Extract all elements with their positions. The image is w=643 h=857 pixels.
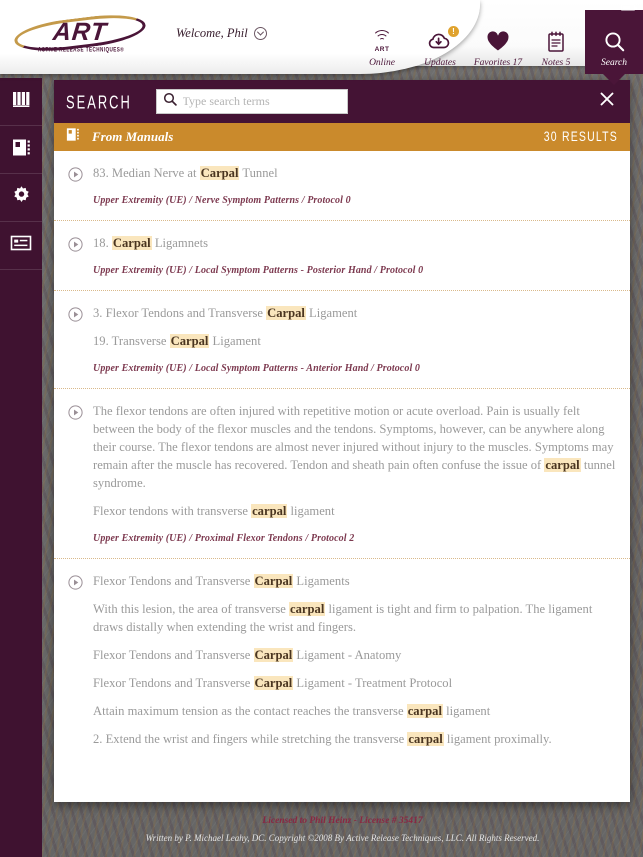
results-source-label: From Manuals [92, 129, 174, 144]
search-highlight: carpal [544, 458, 581, 472]
result-line: Attain maximum tension as the contact re… [93, 704, 491, 718]
search-highlight: carpal [406, 704, 443, 718]
welcome-label: Welcome, Phil [176, 26, 248, 40]
status-clock: 9:27 AM [306, 2, 337, 12]
nav-item-online-label: Online [369, 58, 395, 68]
search-result-row[interactable]: 83. Median Nerve at Carpal Tunnel Upper E… [54, 151, 630, 221]
nav-item-favorites-label: Favorites 17 [473, 58, 523, 68]
result-path[interactable]: Upper Extremity (UE) / Local Symptom Pat… [93, 265, 616, 276]
search-panel-header: SEARCH [54, 80, 630, 123]
play-icon[interactable] [68, 405, 83, 544]
app-root: 9:27 AM ART ACTIVE RELEASE TECHNIQUES® W… [0, 0, 643, 857]
search-result-row[interactable]: The flexor tendons are often injured wit… [54, 389, 630, 559]
search-field-wrapper[interactable] [155, 89, 348, 114]
status-indicators [621, 3, 637, 11]
result-line: The flexor tendons are often injured wit… [93, 404, 616, 490]
result-body: Flexor Tendons and Transverse Carpal Lig… [93, 572, 616, 748]
battery-icon [621, 3, 637, 11]
art-logo[interactable]: ART ACTIVE RELEASE TECHNIQUES® [12, 10, 148, 60]
search-highlight: carpal [289, 602, 326, 616]
nav-item-notes[interactable]: Notes 5 [527, 28, 585, 74]
manual-book-icon [11, 138, 32, 162]
result-line: Flexor Tendons and Transverse Carpal Lig… [93, 648, 402, 662]
search-result-row[interactable]: 18. Carpal Ligamnets Upper Extremity (UE)… [54, 221, 630, 291]
left-sidebar [0, 78, 42, 857]
result-line: 83. Median Nerve at Carpal Tunnel [93, 166, 278, 180]
close-search-button[interactable] [584, 80, 630, 123]
chevron-down-icon[interactable] [253, 27, 267, 40]
search-results-list[interactable]: 83. Median Nerve at Carpal Tunnel Upper E… [54, 151, 630, 802]
search-highlight: Carpal [253, 648, 294, 662]
sidebar-item-lists[interactable] [0, 222, 42, 270]
magnifier-icon [163, 92, 177, 111]
search-highlight: Carpal [253, 676, 294, 690]
nav-item-search-label: Search [600, 58, 628, 68]
result-body: 83. Median Nerve at Carpal Tunnel Upper E… [93, 164, 616, 206]
results-count: 30 RESULTS [543, 129, 618, 145]
result-body: 3. Flexor Tendons and Transverse Carpal … [93, 304, 616, 374]
result-path[interactable]: Upper Extremity (UE) / Proximal Flexor T… [93, 533, 616, 544]
bookshelf-icon [10, 91, 32, 113]
result-line: 18. Carpal Ligamnets [93, 236, 208, 250]
play-icon[interactable] [68, 167, 83, 206]
search-panel-title: SEARCH [66, 90, 132, 113]
close-icon [599, 91, 615, 112]
search-highlight: carpal [251, 504, 288, 518]
nav-item-favorites[interactable]: Favorites 17 [469, 28, 527, 74]
nav-item-updates-label: Updates [424, 58, 456, 68]
search-highlight: carpal [407, 732, 444, 746]
status-bar: 9:27 AM [0, 0, 643, 14]
logo-text: ART [51, 18, 109, 46]
search-icon [603, 28, 626, 54]
search-panel: SEARCH Type search terms From Manuals 30… [54, 80, 630, 802]
notepad-icon [546, 28, 566, 54]
page-footer: Licensed to Phil Heinz - License # 35417… [42, 802, 643, 857]
search-highlight: Carpal [266, 306, 306, 320]
header-nav: ART Online ! Updates Favorites 17 Notes … [353, 10, 643, 85]
result-line: Flexor Tendons and Transverse Carpal Lig… [93, 574, 350, 588]
result-line: Flexor Tendons and Transverse Carpal Lig… [93, 676, 453, 690]
license-text: Licensed to Phil Heinz - License # 35417 [262, 816, 423, 826]
result-line: 3. Flexor Tendons and Transverse Carpal … [93, 306, 358, 320]
play-icon[interactable] [68, 307, 83, 374]
heart-icon [486, 28, 510, 54]
manual-book-icon [66, 127, 81, 147]
result-line: 2. Extend the wrist and fingers while st… [93, 732, 552, 746]
active-tab-pointer [603, 74, 625, 85]
result-line: Flexor tendons with transverse carpal li… [93, 504, 335, 518]
list-view-icon [10, 235, 32, 256]
result-path[interactable]: Upper Extremity (UE) / Local Symptom Pat… [93, 363, 616, 374]
sidebar-item-library[interactable] [0, 78, 42, 126]
result-line: 19. Transverse Carpal Ligament [93, 334, 261, 348]
result-path[interactable]: Upper Extremity (UE) / Nerve Symptom Pat… [93, 195, 616, 206]
nav-item-notes-label: Notes 5 [541, 58, 571, 68]
search-highlight: Carpal [199, 166, 240, 180]
search-input[interactable] [182, 94, 341, 109]
play-icon[interactable] [68, 575, 83, 748]
sidebar-item-settings[interactable] [0, 174, 42, 222]
sidebar-item-manuals[interactable] [0, 126, 42, 174]
copyright-text: Written by P. Michael Leahy, DC. Copyrig… [145, 833, 540, 843]
play-icon[interactable] [68, 237, 83, 276]
nav-item-updates[interactable]: ! Updates [411, 25, 469, 74]
welcome-menu[interactable]: Welcome, Phil [176, 26, 267, 41]
search-highlight: Carpal [253, 574, 294, 588]
gear-icon [11, 185, 32, 211]
wifi-icon: ART [371, 28, 393, 54]
search-highlight: Carpal [111, 236, 152, 250]
logo-tagline: ACTIVE RELEASE TECHNIQUES® [37, 45, 125, 54]
updates-badge: ! [447, 25, 460, 38]
search-result-row[interactable]: 3. Flexor Tendons and Transverse Carpal … [54, 291, 630, 389]
results-source-bar: From Manuals 30 RESULTS [54, 123, 630, 151]
result-body: 18. Carpal Ligamnets Upper Extremity (UE)… [93, 234, 616, 276]
search-highlight: Carpal [169, 334, 210, 348]
nav-item-search[interactable]: Search [585, 10, 643, 85]
result-line: With this lesion, the area of transverse… [93, 602, 593, 634]
nav-item-online[interactable]: ART Online [353, 28, 411, 74]
search-result-row[interactable]: Flexor Tendons and Transverse Carpal Lig… [54, 559, 630, 762]
result-body: The flexor tendons are often injured wit… [93, 402, 616, 544]
